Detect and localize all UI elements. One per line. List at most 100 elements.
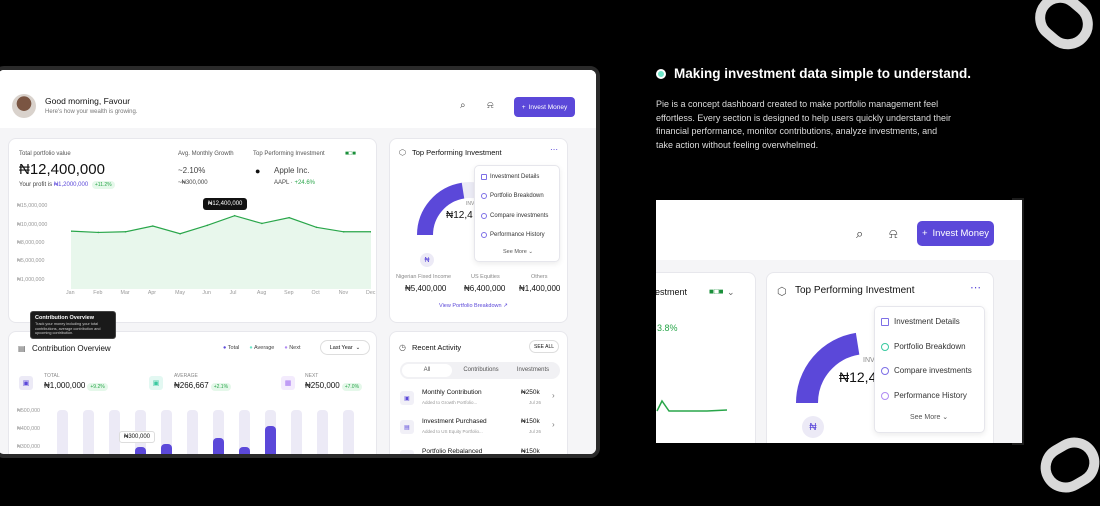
contribution-bar[interactable] xyxy=(239,447,250,454)
data-point xyxy=(206,224,209,227)
invest-money-label: Invest Money xyxy=(932,228,990,239)
ticker-change: +24.6% xyxy=(294,180,315,186)
stat-value: ₦1,000,000 xyxy=(44,381,86,390)
legend: ● Total ● Average ● Next xyxy=(223,345,301,351)
y-tick: ₦500,000 xyxy=(17,408,40,414)
data-point xyxy=(288,216,290,219)
avg-stat: ₦266,667 +2.1% xyxy=(174,381,232,391)
breakdown-label: US Equities xyxy=(471,274,500,280)
bell-icon[interactable]: ⍾ xyxy=(889,226,898,242)
menu-compare-investments[interactable]: Compare investments xyxy=(481,213,548,219)
more-options-icon[interactable]: ⋯ xyxy=(550,145,558,154)
rebalance-icon: ⇄ xyxy=(400,450,414,454)
wallet-icon: ▣ xyxy=(19,376,33,390)
see-more-label: See More xyxy=(503,249,527,255)
card-title: Top Performing Investment xyxy=(412,148,502,157)
row-date: Jul 26 xyxy=(529,429,542,434)
menu-investment-details[interactable]: Investment Details xyxy=(881,317,960,326)
contribution-bar[interactable] xyxy=(213,438,224,454)
bar-track xyxy=(343,410,354,454)
period-select[interactable]: Last Year ⌄ xyxy=(320,340,370,355)
stat-label: NEXT xyxy=(305,373,319,379)
brand-logo-shape xyxy=(1024,0,1100,60)
see-more-button[interactable]: See More ⌄ xyxy=(910,413,948,421)
y-tick: ₦10,000,000 xyxy=(17,222,48,228)
chevron-right-icon: › xyxy=(552,391,555,400)
legend-total: ● Total xyxy=(223,345,240,351)
bell-icon[interactable]: ⍾ xyxy=(487,100,494,111)
section-heading: Making investment data simple to underst… xyxy=(656,66,971,81)
zoom-invest-money-button[interactable]: + Invest Money xyxy=(917,221,994,246)
bar-track xyxy=(291,410,302,454)
nigeria-flag-icon[interactable]: ■□■ xyxy=(709,287,724,296)
avatar[interactable] xyxy=(12,94,36,118)
nigeria-flag-icon[interactable]: ■□■ xyxy=(345,151,356,157)
stat-value: ₦266,667 xyxy=(174,381,209,390)
x-tick: Sep xyxy=(284,290,294,296)
x-tick: Apr xyxy=(147,290,157,296)
search-icon[interactable]: ⌕ xyxy=(460,100,466,111)
top-performing-card: ⬡ Top Performing Investment ⋯ INV ₦12,4 … xyxy=(389,138,568,323)
cube-icon: ⬡ xyxy=(399,148,406,157)
contribution-bar[interactable] xyxy=(161,444,172,454)
naira-icon: ₦ xyxy=(420,253,434,267)
more-options-icon[interactable]: ⋯ xyxy=(970,281,981,294)
row-title: Monthly Contribution xyxy=(422,389,482,396)
x-tick: Jun xyxy=(202,290,211,296)
data-point xyxy=(124,230,127,233)
details-icon xyxy=(881,317,889,326)
x-tick: Mar xyxy=(120,290,130,296)
partial-line-chart xyxy=(656,399,728,412)
greeting: Good morning, Favour xyxy=(45,96,131,106)
gauge-value: ₦12,4 xyxy=(839,369,877,385)
apple-icon: ● xyxy=(255,166,261,176)
plus-icon: + xyxy=(521,103,526,111)
activity-row[interactable]: ▤ Investment Purchased Added to US Equit… xyxy=(400,417,558,445)
compare-icon xyxy=(881,366,889,375)
see-more-label: See More xyxy=(910,414,941,421)
menu-portfolio-breakdown[interactable]: Portfolio Breakdown xyxy=(481,193,544,199)
bullet-dot-icon xyxy=(656,68,666,79)
data-point xyxy=(233,214,236,217)
see-more-button[interactable]: See More ⌄ xyxy=(503,249,533,255)
stat-badge: +7.0% xyxy=(341,383,363,391)
breakdown-label: Others xyxy=(531,274,548,280)
dashboard-screen: Good morning, Favour Here's how your wea… xyxy=(0,70,596,455)
chevron-down-icon[interactable]: ⌄ xyxy=(727,287,735,298)
row-title: Portfolio Rebalanced xyxy=(422,448,483,455)
greeting-subtitle: Here's how your wealth is growing. xyxy=(45,109,138,115)
contribution-bar[interactable] xyxy=(135,447,146,454)
activity-tabs: All Contributions Investments xyxy=(400,362,560,379)
contribution-tooltip: Contribution Overview Track your money i… xyxy=(30,311,116,339)
brand-logo-shape xyxy=(1031,428,1100,502)
menu-performance-history[interactable]: Performance History xyxy=(481,232,545,238)
menu-performance-history[interactable]: Performance History xyxy=(881,391,967,400)
invest-money-button[interactable]: + Invest Money xyxy=(514,97,575,117)
naira-icon: ₦ xyxy=(802,416,824,438)
y-tick: ₦5,000,000 xyxy=(17,258,45,264)
menu-label: Performance History xyxy=(894,391,967,400)
menu-portfolio-breakdown[interactable]: Portfolio Breakdown xyxy=(881,342,966,351)
bar-track xyxy=(83,410,94,454)
activity-row[interactable]: ▣ Monthly Contribution Added to Growth P… xyxy=(400,388,558,416)
search-icon[interactable]: ⌕ xyxy=(856,226,863,242)
clock-icon: ◷ xyxy=(399,343,406,352)
row-amount: ₦150k xyxy=(521,448,540,455)
legend-next: ● Next xyxy=(284,345,301,351)
heading-text: Making investment data simple to underst… xyxy=(674,66,972,81)
view-breakdown-link[interactable]: View Portfolio Breakdown ↗ xyxy=(439,303,508,309)
x-tick: May xyxy=(175,290,186,296)
contribution-bar[interactable] xyxy=(265,426,276,454)
top-investment-label: Top Performing Investment xyxy=(253,151,325,157)
partial-pct: 3.8% xyxy=(657,323,678,333)
menu-investment-details[interactable]: Investment Details xyxy=(481,174,539,180)
tab-contributions[interactable]: Contributions xyxy=(456,364,506,377)
breakdown-icon xyxy=(481,193,487,199)
activity-row[interactable]: ⇄ Portfolio Rebalanced ₦150k xyxy=(400,447,558,455)
tab-investments[interactable]: Investments xyxy=(508,364,558,377)
profit-line: Your profit is ₦1,2000,000 +11.2% xyxy=(19,181,115,189)
tab-all[interactable]: All xyxy=(402,364,452,377)
menu-compare-investments[interactable]: Compare investments xyxy=(881,366,972,375)
see-all-button[interactable]: SEE ALL xyxy=(529,340,559,353)
compare-icon xyxy=(481,213,487,219)
